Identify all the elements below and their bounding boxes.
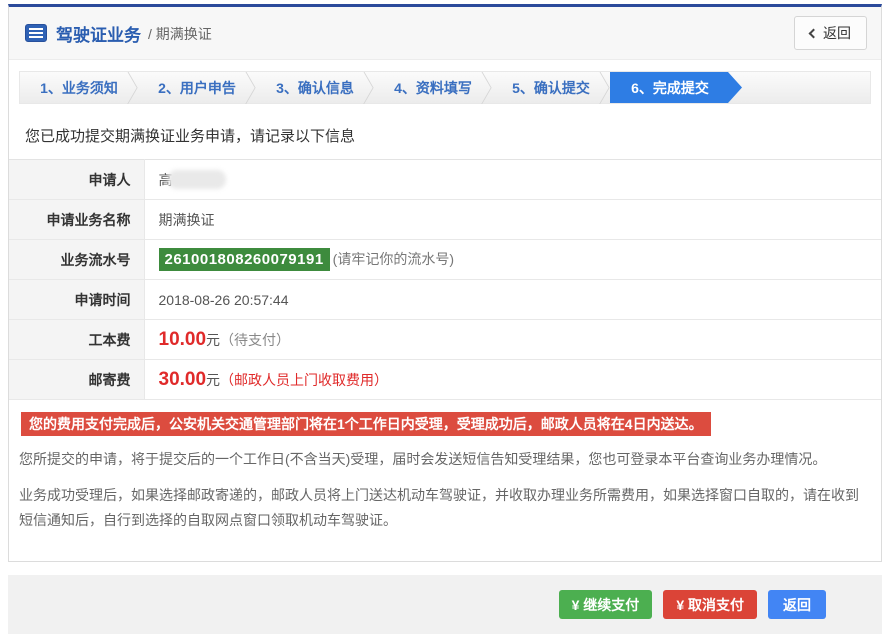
production-fee-note: （待支付） [220,332,290,348]
serial-number-badge: 261001808260079191 [159,248,330,271]
serial-number-label: 业务流水号 [9,240,144,280]
table-row-business-name: 申请业务名称 期满换证 [9,200,881,240]
step-tab-2-user-declaration[interactable]: 2、用户申告 [138,72,256,103]
serial-number-note: (请牢记你的流水号) [333,251,454,267]
table-row-production-fee: 工本费 10.00元（待支付） [9,320,881,360]
step-tab-3-confirm-info[interactable]: 3、确认信息 [256,72,374,103]
production-fee-value: 10.00元（待支付） [144,320,881,360]
step-tab-5-confirm-submit[interactable]: 5、确认提交 [492,72,610,103]
payment-notice-banner: 您的费用支付完成后，公安机关交通管理部门将在1个工作日内受理，受理成功后，邮政人… [21,412,711,436]
application-info-table: 申请人 高 申请业务名称 期满换证 业务流水号 2610018082600791… [9,159,881,400]
business-name-value: 期满换证 [144,200,881,240]
return-button[interactable]: 返回 [768,590,826,619]
step-wizard-bar: 1、业务须知 2、用户申告 3、确认信息 4、资料填写 5、确认提交 6、完成提… [19,71,871,104]
top-back-button-label: 返回 [823,23,851,43]
breadcrumb-current: / 期满换证 [148,22,212,44]
step-label: 2、用户申告 [158,78,236,98]
chevron-right-separator [250,72,251,103]
apply-time-value: 2018-08-26 20:57:44 [144,280,881,320]
continue-payment-button[interactable]: ¥ 继续支付 [559,590,653,619]
apply-time-label: 申请时间 [9,280,144,320]
table-row-apply-time: 申请时间 2018-08-26 20:57:44 [9,280,881,320]
step-label: 5、确认提交 [512,78,590,98]
mailing-fee-amount: 30.00 [159,369,207,390]
success-message: 您已成功提交期满换证业务申请，请记录以下信息 [25,125,867,146]
main-panel: 驾驶证业务 / 期满换证 返回 1、业务须知 2、用户申告 3、确认信息 4、资… [8,4,882,562]
production-fee-amount: 10.00 [159,329,207,350]
mailing-fee-unit: 元 [206,372,220,388]
chevron-right-separator [368,72,369,103]
top-back-button[interactable]: 返回 [794,16,867,50]
step-label: 6、完成提交 [631,78,709,98]
step-label: 1、业务须知 [40,78,118,98]
note-paragraph-1: 您所提交的申请，将于提交后的一个工作日(不含当天)受理，届时会发送短信告知受理结… [19,447,865,472]
table-row-applicant: 申请人 高 [9,160,881,200]
step-label: 3、确认信息 [276,78,354,98]
notes-section: 您的费用支付完成后，公安机关交通管理部门将在1个工作日内受理，受理成功后，邮政人… [9,400,881,562]
document-list-icon [25,24,47,42]
production-fee-label: 工本费 [9,320,144,360]
applicant-value: 高 [144,160,881,200]
chevron-right-separator [604,72,605,103]
serial-number-value: 261001808260079191(请牢记你的流水号) [144,240,881,280]
back-chevron-icon [809,28,819,38]
footer-action-bar: ¥ 继续支付 ¥ 取消支付 返回 [8,575,882,634]
chevron-right-separator [486,72,487,103]
mailing-fee-note: （邮政人员上门收取费用） [220,372,388,388]
table-row-mailing-fee: 邮寄费 30.00元（邮政人员上门收取费用） [9,360,881,400]
redacted-name-blur [168,170,226,189]
mailing-fee-value: 30.00元（邮政人员上门收取费用） [144,360,881,400]
cancel-payment-button[interactable]: ¥ 取消支付 [663,590,757,619]
mailing-fee-label: 邮寄费 [9,360,144,400]
step-tab-4-fill-materials[interactable]: 4、资料填写 [374,72,492,103]
note-paragraph-2: 业务成功受理后，如果选择邮政寄递的，邮政人员将上门送达机动车驾驶证，并收取办理业… [19,483,865,533]
applicant-label: 申请人 [9,160,144,200]
business-name-label: 申请业务名称 [9,200,144,240]
step-label: 4、资料填写 [394,78,472,98]
table-row-serial-number: 业务流水号 261001808260079191(请牢记你的流水号) [9,240,881,280]
step-tab-1-business-notice[interactable]: 1、业务须知 [20,72,138,103]
production-fee-unit: 元 [206,332,220,348]
step-tab-6-complete-submit-active[interactable]: 6、完成提交 [610,72,742,103]
chevron-right-separator [132,72,133,103]
page-title: 驾驶证业务 [56,21,141,46]
page-header: 驾驶证业务 / 期满换证 返回 [9,7,881,60]
